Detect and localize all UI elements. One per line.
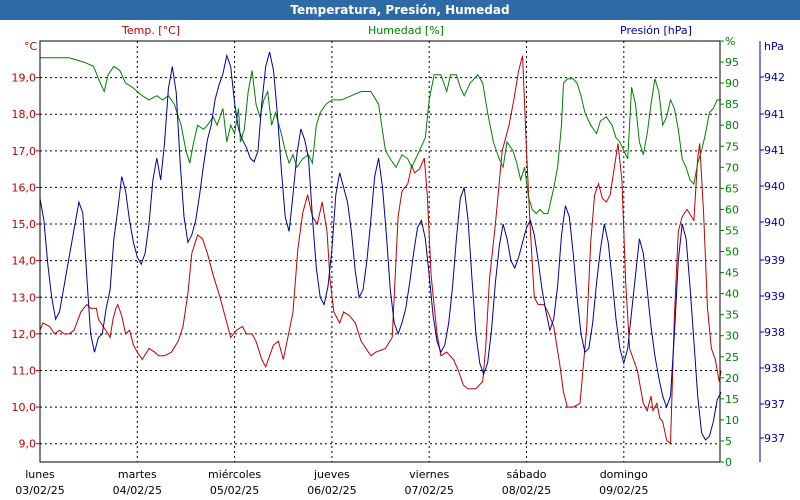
pressure-tick-label: 939 <box>764 254 785 267</box>
temp-tick-label: 14,0 <box>12 255 37 268</box>
x-tick-date: 07/02/25 <box>404 484 453 497</box>
pressure-tick-label: 942 <box>764 71 785 84</box>
x-tick-day: domingo <box>600 468 648 481</box>
plot-frame <box>39 40 721 463</box>
temp-tick-label: 16,0 <box>12 181 37 194</box>
x-tick-date: 09/02/25 <box>599 484 648 497</box>
temp-tick-label: 12,0 <box>12 328 37 341</box>
humidity-tick-label: 75 <box>725 140 739 153</box>
humidity-tick-label: 45 <box>725 267 739 280</box>
humidity-tick-label: 35 <box>725 309 739 322</box>
humidity-tick-label: 50 <box>725 246 739 259</box>
pressure-tick-label: hPa <box>764 40 784 53</box>
pressure-tick-label: 941 <box>764 144 785 157</box>
humidity-tick-label: 95 <box>725 56 739 69</box>
x-tick-date: 04/02/25 <box>113 484 162 497</box>
pressure-tick-label: 941 <box>764 108 785 121</box>
temp-tick-label: 19,0 <box>12 72 37 85</box>
humidity-tick-label: 0 <box>725 456 732 469</box>
temp-tick-label: 17,0 <box>12 145 37 158</box>
x-tick-day: lunes <box>25 468 55 481</box>
temp-tick-label: 10,0 <box>12 401 37 414</box>
chart-series <box>39 51 722 445</box>
humidity-tick-label: 30 <box>725 330 739 343</box>
humidity-series-line <box>40 57 722 215</box>
pressure-tick-label: 938 <box>764 362 785 375</box>
pressure-series-line <box>39 51 722 441</box>
pressure-tick-label: 940 <box>764 180 785 193</box>
humidity-tick-label: 55 <box>725 224 739 237</box>
x-tick-day: martes <box>118 468 157 481</box>
temp-tick-label: 15,0 <box>12 218 37 231</box>
x-tick-day: sábado <box>507 468 547 481</box>
humidity-tick-label: 85 <box>725 98 739 111</box>
x-tick-day: jueves <box>313 468 350 481</box>
pressure-tick-label: 939 <box>764 290 785 303</box>
temp-tick-label: 11,0 <box>12 364 37 377</box>
pressure-tick-label: 938 <box>764 326 785 339</box>
temp-tick-label: 9,0 <box>19 438 37 451</box>
humidity-tick-label: 25 <box>725 351 739 364</box>
humidity-tick-label: 20 <box>725 372 739 385</box>
x-tick-day: viernes <box>409 468 449 481</box>
temp-tick-label: 13,0 <box>12 291 37 304</box>
humidity-tick-label: 65 <box>725 182 739 195</box>
x-tick-date: 05/02/25 <box>210 484 259 497</box>
chart-grid <box>40 41 720 462</box>
humidity-tick-label: 70 <box>725 161 739 174</box>
humidity-tick-label: % <box>725 35 735 48</box>
humidity-tick-label: 40 <box>725 288 739 301</box>
pressure-tick-label: 937 <box>764 432 785 445</box>
humidity-tick-label: 10 <box>725 414 739 427</box>
chart: lunes 03/02/25 martes 04/02/25 miércoles 05/0… <box>12 35 786 497</box>
x-tick-date: 03/02/25 <box>15 484 64 497</box>
humidity-tick-label: 15 <box>725 393 739 406</box>
humidity-tick-label: 90 <box>725 77 739 90</box>
temp-tick-label: 18,0 <box>12 108 37 121</box>
x-tick-day: miércoles <box>208 468 261 481</box>
pressure-tick-label: 940 <box>764 216 785 229</box>
pressure-tick-label: 937 <box>764 398 785 411</box>
x-tick-date: 08/02/25 <box>502 484 551 497</box>
humidity-tick-label: 5 <box>725 435 732 448</box>
humidity-tick-label: 80 <box>725 119 739 132</box>
humidity-tick-label: 60 <box>725 203 739 216</box>
x-tick-date: 06/02/25 <box>307 484 356 497</box>
